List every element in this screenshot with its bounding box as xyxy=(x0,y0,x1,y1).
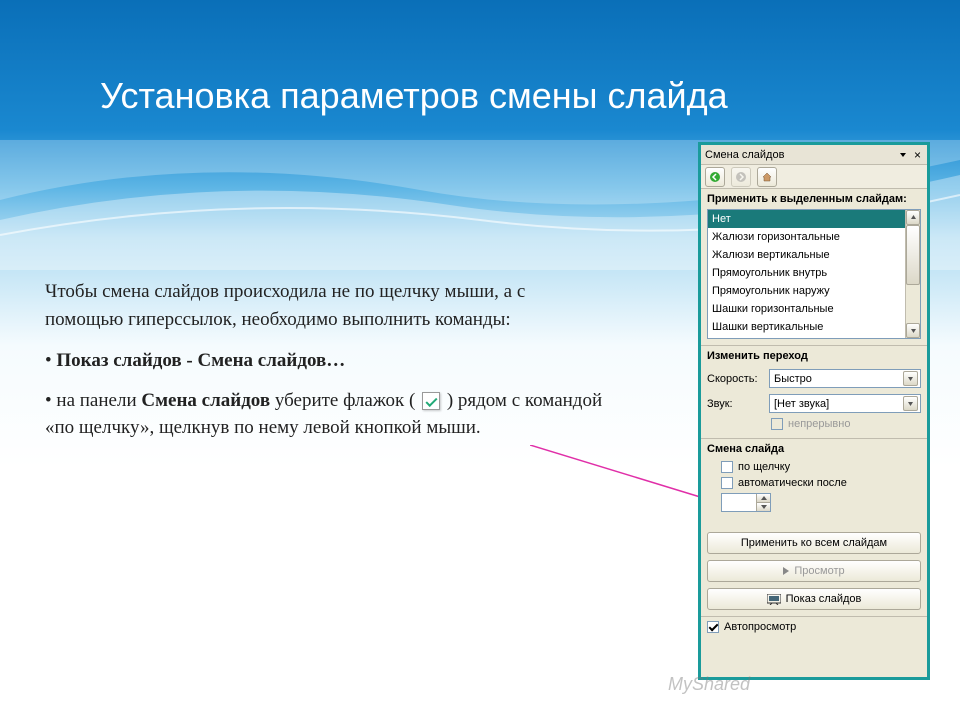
list-item[interactable]: Прямоугольник внутрь xyxy=(708,264,905,282)
panel-header: Смена слайдов × xyxy=(701,145,927,165)
body-text: Чтобы смена слайдов происходила не по ще… xyxy=(45,278,605,454)
dropdown-icon[interactable] xyxy=(900,153,906,157)
sound-label: Звук: xyxy=(707,398,763,410)
spin-down-button[interactable] xyxy=(756,503,770,511)
loop-checkbox xyxy=(771,418,783,430)
auto-after-checkbox[interactable] xyxy=(721,477,733,489)
checkbox-icon xyxy=(422,392,440,410)
onclick-checkbox[interactable] xyxy=(721,461,733,473)
back-button[interactable] xyxy=(705,167,725,187)
section-apply-label: Применить к выделенным слайдам: xyxy=(701,189,927,209)
scrollbar[interactable] xyxy=(905,210,920,338)
section-modify-label: Изменить переход xyxy=(701,346,927,366)
list-item[interactable]: Шашки горизонтальные xyxy=(708,300,905,318)
preview-button[interactable]: Просмотр xyxy=(707,560,921,582)
autopreview-checkbox[interactable] xyxy=(707,621,719,633)
onclick-label: по щелчку xyxy=(738,461,790,473)
play-icon xyxy=(783,567,789,575)
list-item[interactable]: Жалюзи вертикальные xyxy=(708,246,905,264)
slide-transition-panel: Смена слайдов × Применить к выделенным с… xyxy=(698,142,930,680)
apply-all-button[interactable]: Применить ко всем слайдам xyxy=(707,532,921,554)
speed-combo[interactable]: Быстро xyxy=(769,369,921,388)
panel-nav xyxy=(701,165,927,189)
list-item[interactable]: Прямоугольник наружу xyxy=(708,282,905,300)
slideshow-icon xyxy=(767,594,781,605)
scroll-up-button[interactable] xyxy=(906,210,920,225)
transition-listbox[interactable]: Нет Жалюзи горизонтальные Жалюзи вертика… xyxy=(707,209,921,339)
scroll-down-button[interactable] xyxy=(906,323,920,338)
section-advance-label: Смена слайда xyxy=(701,439,927,459)
list-item[interactable]: Шашки вертикальные xyxy=(708,318,905,336)
speed-label: Скорость: xyxy=(707,373,763,385)
bullet-1: Показ слайдов - Смена слайдов… xyxy=(45,347,605,375)
slide-title: Установка параметров смены слайда xyxy=(100,75,728,117)
close-icon[interactable]: × xyxy=(912,148,923,162)
time-input[interactable] xyxy=(722,494,756,511)
bullet-2: на панели Смена слайдов уберите флажок (… xyxy=(45,387,605,442)
scroll-thumb[interactable] xyxy=(906,225,920,285)
list-item[interactable]: Жалюзи горизонтальные xyxy=(708,228,905,246)
autopreview-label: Автопросмотр xyxy=(724,621,796,633)
panel-title: Смена слайдов xyxy=(705,149,894,161)
sound-combo[interactable]: [Нет звука] xyxy=(769,394,921,413)
slideshow-button[interactable]: Показ слайдов xyxy=(707,588,921,610)
home-button[interactable] xyxy=(757,167,777,187)
forward-button[interactable] xyxy=(731,167,751,187)
list-item[interactable]: Нет xyxy=(708,210,905,228)
auto-after-label: автоматически после xyxy=(738,477,847,489)
loop-label: непрерывно xyxy=(788,418,850,430)
paragraph-intro: Чтобы смена слайдов происходила не по ще… xyxy=(45,278,605,333)
time-spinner[interactable] xyxy=(721,493,771,512)
spin-up-button[interactable] xyxy=(756,494,770,503)
